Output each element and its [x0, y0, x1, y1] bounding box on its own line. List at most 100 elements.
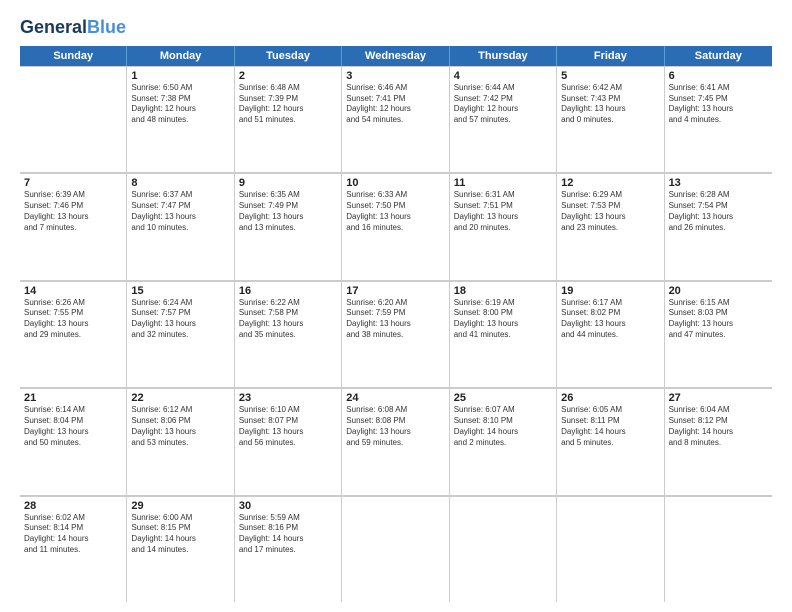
cell-info-line: Daylight: 13 hours: [131, 212, 229, 223]
cell-info-line: Sunrise: 6:05 AM: [561, 405, 659, 416]
weekday-header: Sunday: [20, 46, 127, 66]
day-number: 25: [454, 392, 552, 404]
cell-info-line: and 29 minutes.: [24, 330, 122, 341]
cell-info-line: Sunrise: 6:42 AM: [561, 83, 659, 94]
day-number: 24: [346, 392, 444, 404]
cell-info-line: Sunset: 7:39 PM: [239, 94, 337, 105]
cell-info-line: Sunset: 7:57 PM: [131, 308, 229, 319]
calendar-cell: 9Sunrise: 6:35 AMSunset: 7:49 PMDaylight…: [235, 173, 342, 279]
calendar-cell: 3Sunrise: 6:46 AMSunset: 7:41 PMDaylight…: [342, 66, 449, 172]
cell-info-line: Sunset: 7:51 PM: [454, 201, 552, 212]
cell-info-line: Sunrise: 6:24 AM: [131, 298, 229, 309]
cell-info-line: Sunrise: 6:12 AM: [131, 405, 229, 416]
cell-info-line: Sunrise: 6:22 AM: [239, 298, 337, 309]
cell-info-line: Daylight: 12 hours: [454, 104, 552, 115]
cell-info-line: Sunrise: 6:39 AM: [24, 190, 122, 201]
calendar-cell: 4Sunrise: 6:44 AMSunset: 7:42 PMDaylight…: [450, 66, 557, 172]
day-number: 15: [131, 285, 229, 297]
cell-info-line: and 51 minutes.: [239, 115, 337, 126]
cell-info-line: Sunrise: 6:07 AM: [454, 405, 552, 416]
day-number: 13: [669, 177, 768, 189]
day-number: 12: [561, 177, 659, 189]
cell-info-line: Sunset: 8:04 PM: [24, 416, 122, 427]
cell-info-line: and 59 minutes.: [346, 438, 444, 449]
cell-info-line: Sunrise: 6:29 AM: [561, 190, 659, 201]
page: GeneralBlue SundayMondayTuesdayWednesday…: [0, 0, 792, 612]
cell-info-line: Sunset: 7:59 PM: [346, 308, 444, 319]
cell-info-line: Sunrise: 6:02 AM: [24, 513, 122, 524]
calendar-row: 7Sunrise: 6:39 AMSunset: 7:46 PM Daylight…: [20, 173, 772, 280]
day-number: 6: [669, 70, 768, 82]
cell-info-line: Sunset: 8:02 PM: [561, 308, 659, 319]
cell-info-line: and 8 minutes.: [669, 438, 768, 449]
cell-info-line: Daylight: 13 hours: [561, 104, 659, 115]
cell-info-line: and 10 minutes.: [131, 223, 229, 234]
cell-info-line: and 57 minutes.: [454, 115, 552, 126]
calendar-cell: 12Sunrise: 6:29 AMSunset: 7:53 PMDayligh…: [557, 173, 664, 279]
day-number: 4: [454, 70, 552, 82]
calendar-cell: [20, 66, 127, 172]
calendar-header: SundayMondayTuesdayWednesdayThursdayFrid…: [20, 46, 772, 66]
calendar-cell: 19Sunrise: 6:17 AMSunset: 8:02 PMDayligh…: [557, 281, 664, 387]
calendar-row: 28Sunrise: 6:02 AMSunset: 8:14 PMDayligh…: [20, 496, 772, 602]
cell-info-line: Daylight: 13 hours: [346, 212, 444, 223]
day-number: 14: [24, 285, 122, 297]
cell-info-line: Sunset: 8:07 PM: [239, 416, 337, 427]
calendar-cell: 20Sunrise: 6:15 AMSunset: 8:03 PMDayligh…: [665, 281, 772, 387]
cell-info-line: and 35 minutes.: [239, 330, 337, 341]
calendar-cell: [665, 496, 772, 602]
cell-info-line: Sunset: 8:03 PM: [669, 308, 768, 319]
cell-info-line: Sunset: 7:49 PM: [239, 201, 337, 212]
calendar-body: 1Sunrise: 6:50 AMSunset: 7:38 PMDaylight…: [20, 66, 772, 602]
cell-info-line: Daylight: 14 hours: [239, 534, 337, 545]
calendar-cell: 23Sunrise: 6:10 AMSunset: 8:07 PMDayligh…: [235, 388, 342, 494]
cell-info-line: and 48 minutes.: [131, 115, 229, 126]
calendar-cell: 1Sunrise: 6:50 AMSunset: 7:38 PMDaylight…: [127, 66, 234, 172]
calendar-cell: 24Sunrise: 6:08 AMSunset: 8:08 PMDayligh…: [342, 388, 449, 494]
logo-blue: Blue: [87, 17, 126, 37]
day-number: 7: [24, 177, 122, 189]
cell-info-line: Sunrise: 6:44 AM: [454, 83, 552, 94]
cell-info-line: Sunset: 8:10 PM: [454, 416, 552, 427]
cell-info-line: Sunrise: 6:33 AM: [346, 190, 444, 201]
day-number: 17: [346, 285, 444, 297]
cell-info-line: and 14 minutes.: [131, 545, 229, 556]
day-number: 5: [561, 70, 659, 82]
cell-info-line: Daylight: 13 hours: [131, 427, 229, 438]
day-number: 8: [131, 177, 229, 189]
cell-info-line: and 38 minutes.: [346, 330, 444, 341]
calendar-cell: 11Sunrise: 6:31 AMSunset: 7:51 PMDayligh…: [450, 173, 557, 279]
calendar-cell: 22Sunrise: 6:12 AMSunset: 8:06 PMDayligh…: [127, 388, 234, 494]
calendar-cell: 15Sunrise: 6:24 AMSunset: 7:57 PMDayligh…: [127, 281, 234, 387]
cell-info-line: Sunset: 8:16 PM: [239, 523, 337, 534]
calendar-cell: 14Sunrise: 6:26 AMSunset: 7:55 PMDayligh…: [20, 281, 127, 387]
cell-info-line: Daylight: 13 hours: [669, 319, 768, 330]
cell-info-line: and 16 minutes.: [346, 223, 444, 234]
calendar-cell: 25Sunrise: 6:07 AMSunset: 8:10 PMDayligh…: [450, 388, 557, 494]
cell-info-line: Sunrise: 6:48 AM: [239, 83, 337, 94]
cell-info-line: Sunset: 7:46 PM: [24, 201, 122, 212]
day-number: 29: [131, 500, 229, 512]
cell-info-line: Sunrise: 6:15 AM: [669, 298, 768, 309]
cell-info-line: and 13 minutes.: [239, 223, 337, 234]
cell-info-line: Sunset: 7:50 PM: [346, 201, 444, 212]
day-number: 10: [346, 177, 444, 189]
cell-info-line: Daylight: 13 hours: [669, 212, 768, 223]
calendar-cell: 17Sunrise: 6:20 AMSunset: 7:59 PMDayligh…: [342, 281, 449, 387]
day-number: 30: [239, 500, 337, 512]
weekday-header: Monday: [127, 46, 234, 66]
cell-info-line: Sunrise: 6:50 AM: [131, 83, 229, 94]
cell-info-line: Sunset: 7:55 PM: [24, 308, 122, 319]
cell-info-line: Daylight: 13 hours: [239, 427, 337, 438]
day-number: 3: [346, 70, 444, 82]
cell-info-line: Daylight: 14 hours: [131, 534, 229, 545]
cell-info-line: Daylight: 13 hours: [669, 104, 768, 115]
day-number: 23: [239, 392, 337, 404]
header: GeneralBlue: [20, 18, 772, 38]
cell-info-line: Sunrise: 6:14 AM: [24, 405, 122, 416]
cell-info-line: Daylight: 13 hours: [454, 212, 552, 223]
day-number: 26: [561, 392, 659, 404]
cell-info-line: and 11 minutes.: [24, 545, 122, 556]
cell-info-line: Sunset: 7:47 PM: [131, 201, 229, 212]
calendar-cell: 10Sunrise: 6:33 AMSunset: 7:50 PMDayligh…: [342, 173, 449, 279]
